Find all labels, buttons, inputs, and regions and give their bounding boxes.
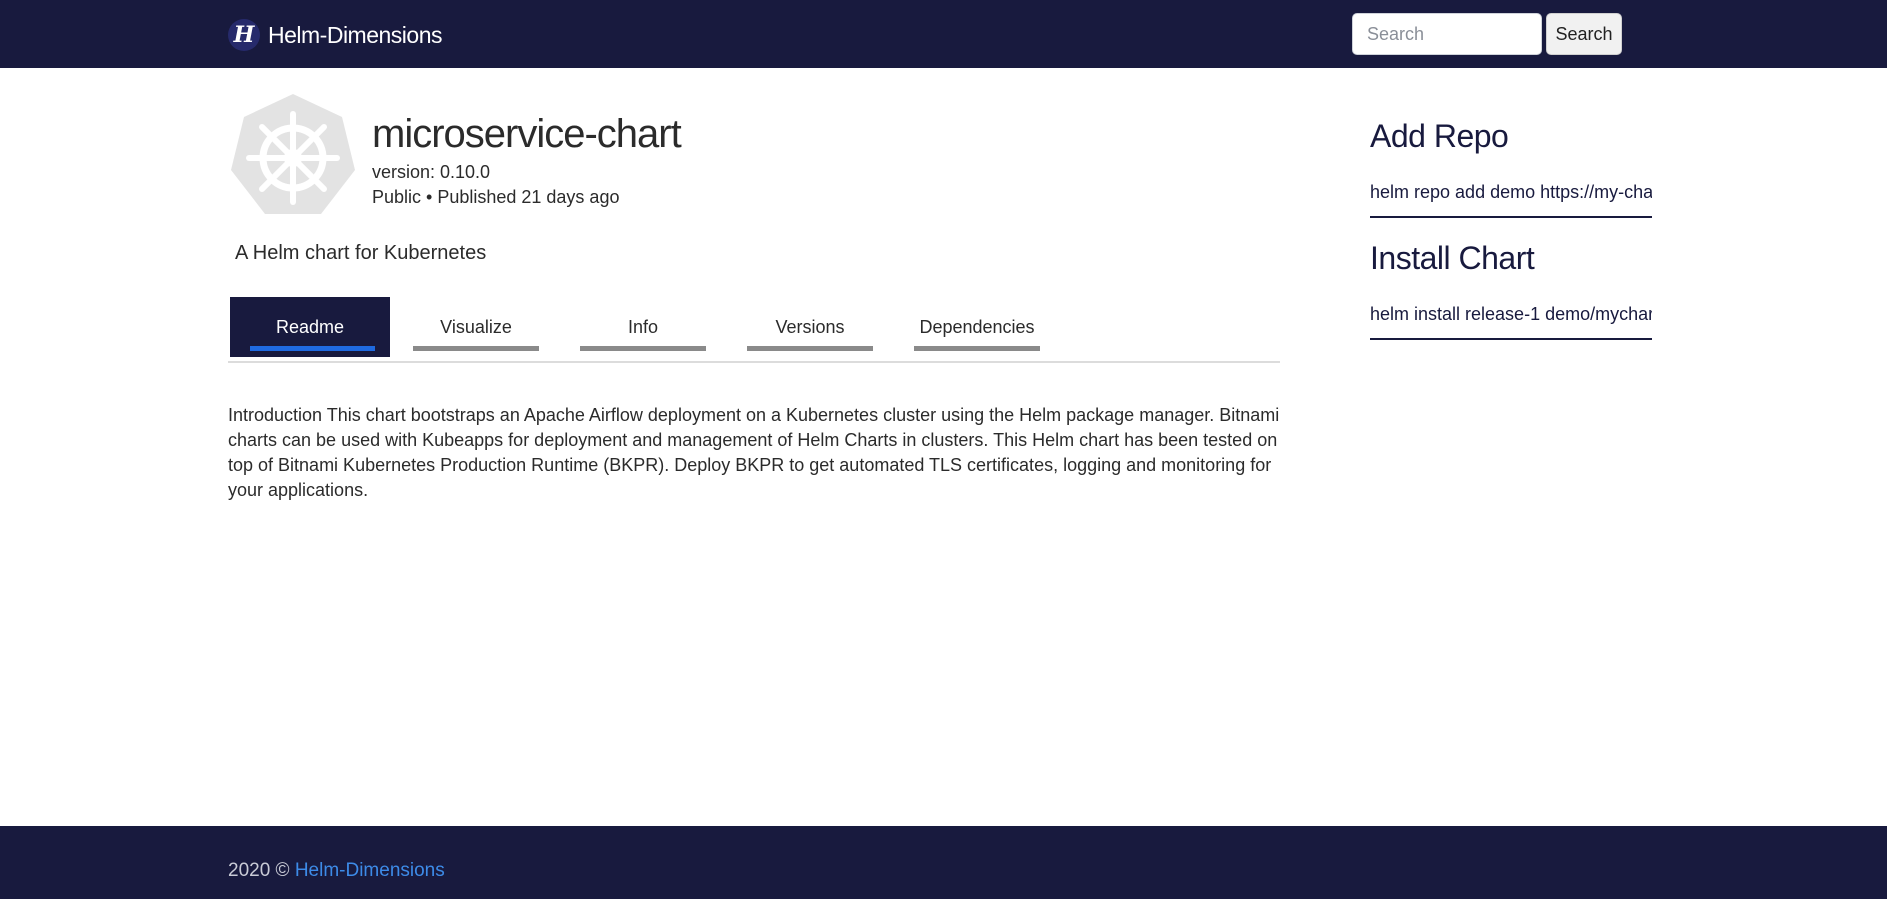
tab-label: Visualize [440,317,512,337]
tab-label: Info [627,317,659,337]
tab-indicator [747,346,873,351]
chart-version: version: 0.10.0 [372,162,491,182]
install-chart-command[interactable]: helm install release-1 demo/mychart [1370,288,1652,340]
tab-label: Versions [775,317,845,337]
tab-indicator [580,346,706,351]
footer-brand-link[interactable]: Helm-Dimensions [295,860,445,881]
readme-content: Introduction This chart bootstraps an Ap… [228,405,1280,500]
tab-dependencies[interactable]: Dependencies [914,297,1040,357]
tab-indicator [250,346,375,351]
search-button[interactable]: Search [1546,13,1622,55]
chart-description: A Helm chart for Kubernetes [235,242,487,264]
tab-indicator [413,346,539,351]
tab-versions[interactable]: Versions [747,297,873,357]
top-navbar: H Helm-Dimensions Search [0,0,1887,68]
footer: 2020 © Helm-Dimensions [0,826,1887,899]
chart-title: microservice-chart [372,112,682,156]
tab-indicator [914,346,1040,351]
install-chart-heading: Install Chart [1370,240,1535,276]
tab-info[interactable]: Info [580,297,706,357]
tab-readme[interactable]: Readme [230,297,390,357]
tab-label: Dependencies [919,317,1035,337]
chart-publish-meta: Public • Published 21 days ago [372,187,620,207]
brand-link[interactable]: H Helm-Dimensions [228,19,442,51]
search-input[interactable] [1352,13,1542,55]
add-repo-heading: Add Repo [1370,118,1509,154]
chart-tabs: Readme Visualize Info Versions Dependenc… [228,297,1280,363]
tab-visualize[interactable]: Visualize [413,297,539,357]
footer-copyright: 2020 © Helm-Dimensions [228,860,445,882]
helm-logo-icon: H [228,19,260,51]
footer-year: 2020 © [228,860,295,881]
tab-label: Readme [275,317,345,337]
add-repo-command[interactable]: helm repo add demo https://my-chartsmuse… [1370,166,1652,218]
brand-name: Helm-Dimensions [268,21,442,48]
kubernetes-helm-wheel-icon [231,94,355,214]
